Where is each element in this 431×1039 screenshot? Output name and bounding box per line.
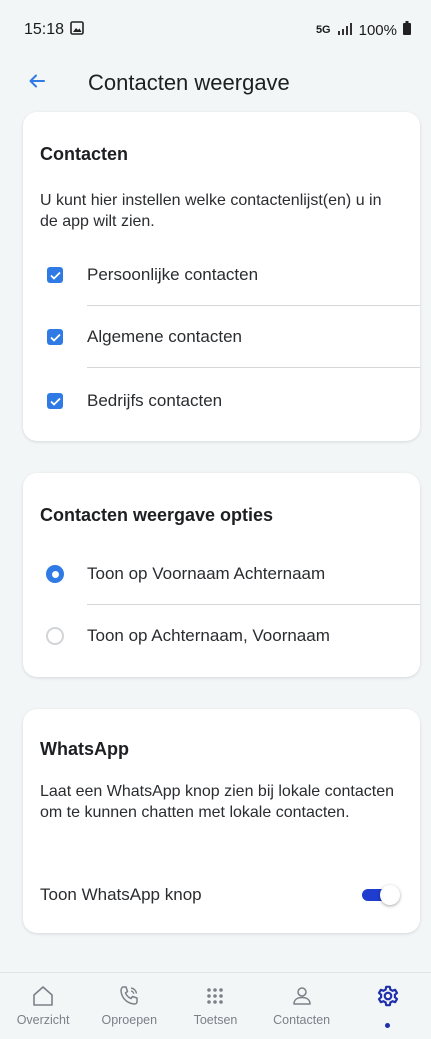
person-icon [290,983,314,1009]
display-option-label: Toon op Voornaam Achternaam [87,564,326,583]
whatsapp-toggle-label: Toon WhatsApp knop [40,885,202,904]
network-icon: 5G [316,24,331,36]
dialpad-icon [204,983,226,1009]
nav-item-toetsen[interactable]: Toetsen [175,983,255,1027]
checkbox-checked-icon[interactable] [47,267,63,283]
page-title: Contacten weergave [88,70,290,95]
radio-selected-icon[interactable] [46,565,64,583]
checkbox-checked-icon[interactable] [47,393,63,409]
contacts-card-description: U kunt hier instellen welke contactenlij… [40,192,382,230]
contacts-card: Contacten U kunt hier instellen welke co… [23,112,420,441]
divider [87,367,420,368]
nav-item-overzicht[interactable]: Overzicht [3,983,83,1027]
display-options-title: Contacten weergave opties [40,505,274,525]
gear-icon [375,983,401,1009]
whatsapp-description: Laat een WhatsApp knop zien bij lokale c… [40,783,395,821]
nav-label: Overzicht [16,1013,70,1027]
home-icon [31,983,55,1009]
app-bar: Contacten weergave [0,58,431,108]
status-time: 15:18 [24,21,65,38]
display-option-firstname-lastname[interactable]: Toon op Voornaam Achternaam [23,543,420,605]
nav-item-settings[interactable] [348,983,428,1028]
status-left: 15:18 [24,20,84,40]
whatsapp-title: WhatsApp [40,739,129,759]
contacts-card-title: Contacten [40,144,129,164]
contact-list-item-general[interactable]: Algemene contacten [23,306,420,368]
battery-label: 100% [358,21,397,39]
contact-list-item-business[interactable]: Bedrijfs contacten [23,370,420,432]
display-option-lastname-firstname[interactable]: Toon op Achternaam, Voornaam [23,605,420,667]
phone-icon [117,983,141,1009]
whatsapp-toggle-row[interactable]: Toon WhatsApp knop [40,875,400,915]
contact-list-label: Algemene contacten [87,327,242,346]
active-indicator-dot [385,1023,391,1028]
bottom-nav: Overzicht Oproepen Toetsen Contacten [0,972,431,1039]
nav-label: Toetsen [193,1013,238,1027]
status-bar: 15:18 5G 100% [0,0,431,60]
whatsapp-toggle[interactable] [362,885,400,905]
nav-item-contacten[interactable]: Contacten [262,983,342,1027]
display-option-label: Toon op Achternaam, Voornaam [87,626,330,645]
arrow-left-icon [29,74,45,93]
whatsapp-card: WhatsApp Laat een WhatsApp knop zien bij… [23,709,420,933]
status-right: 5G 100% [316,21,411,39]
display-options-card: Contacten weergave opties Toon op Voorna… [23,473,420,677]
nav-label: Oproepen [101,1013,158,1027]
network-label: 5G [315,24,331,36]
signal-icon [337,22,353,39]
back-button[interactable] [22,68,52,98]
battery-icon [403,21,411,39]
contact-list-label: Bedrijfs contacten [87,391,223,410]
toggle-thumb [380,885,400,905]
nav-label: Contacten [273,1013,331,1027]
contact-list-label: Persoonlijke contacten [87,265,259,284]
checkbox-checked-icon[interactable] [47,329,63,345]
radio-unselected-icon[interactable] [46,627,64,645]
nav-item-oproepen[interactable]: Oproepen [89,983,169,1027]
gallery-notification-icon [70,20,84,40]
contact-list-item-personal[interactable]: Persoonlijke contacten [23,244,420,306]
